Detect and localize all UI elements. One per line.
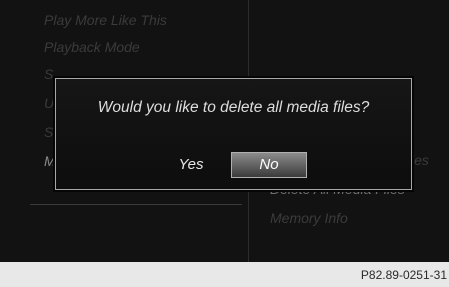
menu-item-memory-info[interactable]: Memory Info bbox=[270, 210, 348, 226]
image-caption: P82.89-0251-31 bbox=[360, 268, 447, 282]
dialog-question: Would you like to delete all media files… bbox=[97, 99, 370, 116]
menu-item-partial[interactable]: U bbox=[44, 95, 54, 111]
menu-item-partial-right[interactable]: les bbox=[411, 152, 429, 168]
media-screen: Play More Like This Playback Mode S U S … bbox=[0, 0, 449, 262]
no-button[interactable]: No bbox=[231, 152, 307, 178]
menu-item-partial[interactable]: S bbox=[44, 66, 53, 82]
confirm-dialog: Would you like to delete all media files… bbox=[55, 78, 412, 190]
menu-item-partial[interactable]: S bbox=[44, 124, 53, 140]
menu-item-partial[interactable]: M bbox=[44, 153, 56, 169]
menu-separator bbox=[30, 204, 242, 205]
menu-item-playback-mode[interactable]: Playback Mode bbox=[44, 39, 140, 55]
yes-button[interactable]: Yes bbox=[161, 152, 221, 178]
menu-item-play-more-like-this[interactable]: Play More Like This bbox=[44, 12, 167, 28]
